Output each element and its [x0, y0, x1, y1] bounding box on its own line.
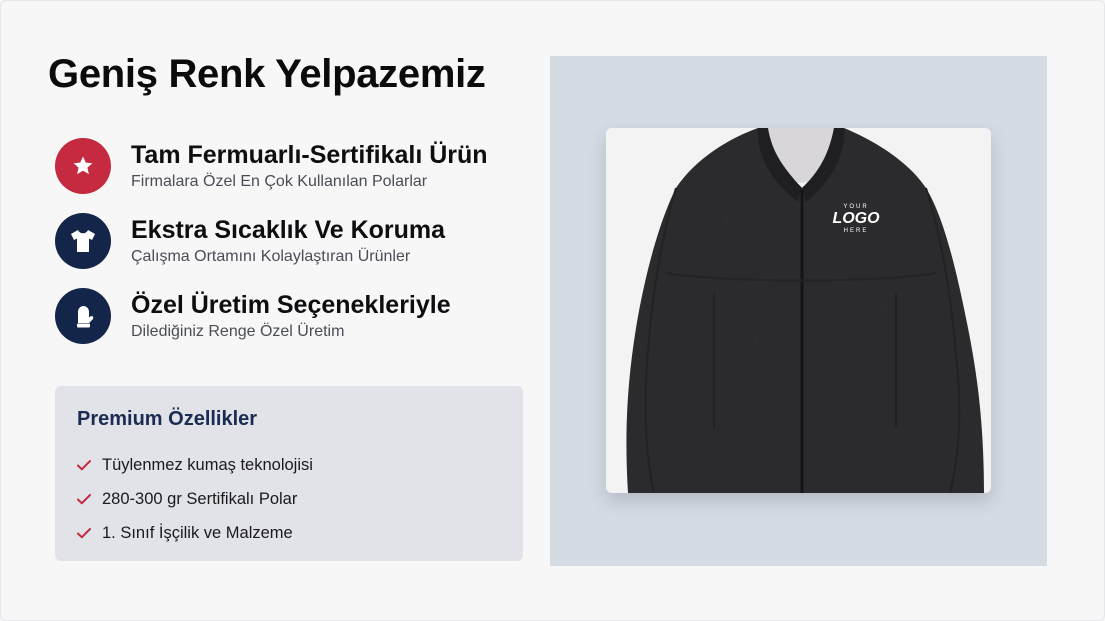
feature-icon-badge	[55, 288, 111, 344]
premium-list: Tüylenmez kumaş teknolojisi 280-300 gr S…	[75, 448, 313, 550]
premium-item-text: 280-300 gr Sertifikalı Polar	[102, 489, 298, 508]
tshirt-icon	[71, 230, 95, 252]
feature-heading: Ekstra Sıcaklık Ve Koruma	[131, 215, 446, 244]
premium-item-text: Tüylenmez kumaş teknolojisi	[102, 455, 313, 474]
feature-subtitle: Firmalara Özel En Çok Kullanılan Polarla…	[131, 172, 428, 190]
feature-icon-badge	[55, 138, 111, 194]
feature-heading: Tam Fermuarlı-Sertifikalı Ürün	[131, 140, 488, 169]
list-item: Tüylenmez kumaş teknolojisi	[75, 448, 313, 482]
star-icon	[73, 156, 93, 175]
logo-bottom-text: HERE	[843, 228, 869, 234]
feature-item-warmth: Ekstra Sıcaklık Ve Koruma Çalışma Ortamı…	[55, 213, 445, 269]
product-photo: YOUR LOGO HERE	[606, 128, 991, 493]
feature-item-certified: Tam Fermuarlı-Sertifikalı Ürün Firmalara…	[55, 138, 488, 194]
premium-item-text: 1. Sınıf İşçilik ve Malzeme	[102, 523, 293, 542]
check-icon	[77, 460, 91, 471]
logo-placeholder: YOUR LOGO HERE	[828, 202, 884, 258]
mitten-icon	[77, 306, 94, 328]
list-item: 280-300 gr Sertifikalı Polar	[75, 482, 313, 516]
check-icon	[77, 494, 91, 505]
list-item: 1. Sınıf İşçilik ve Malzeme	[75, 516, 313, 550]
page-title: Geniş Renk Yelpazemiz	[48, 52, 486, 96]
feature-subtitle: Çalışma Ortamını Kolaylaştıran Ürünler	[131, 247, 411, 265]
fleece-jacket-image	[606, 128, 991, 493]
feature-icon-badge	[55, 213, 111, 269]
feature-heading: Özel Üretim Seçenekleriyle	[131, 290, 451, 319]
premium-title: Premium Özellikler	[77, 408, 258, 430]
check-icon	[77, 528, 91, 539]
logo-main-text: LOGO	[832, 210, 880, 227]
premium-features-box: Premium Özellikler Tüylenmez kumaş tekno…	[55, 386, 523, 561]
feature-subtitle: Dilediğiniz Renge Özel Üretim	[131, 322, 345, 340]
feature-item-custom: Özel Üretim Seçenekleriyle Dilediğiniz R…	[55, 288, 451, 344]
